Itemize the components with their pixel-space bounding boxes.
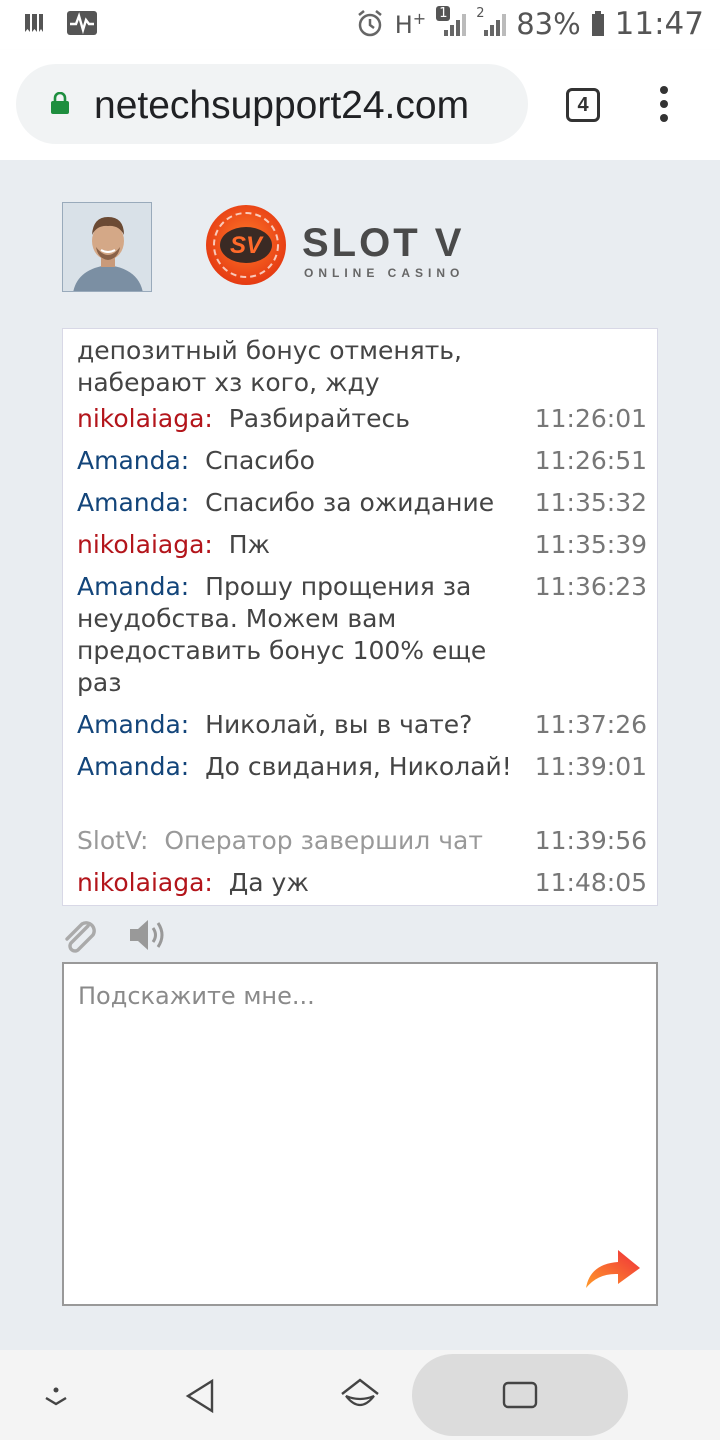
message-text: Пж bbox=[228, 530, 271, 559]
chat-message: nikolaiaga: Пж 11:35:39 bbox=[77, 529, 647, 561]
alarm-icon bbox=[357, 10, 382, 37]
operator-avatar bbox=[62, 202, 152, 292]
message-text: Спасибо bbox=[205, 446, 315, 475]
signal-sim1-icon: 1 bbox=[436, 6, 467, 36]
chat-message: SlotV: Оператор завершил чат 11:39:56 bbox=[77, 825, 647, 857]
message-time: 11:37:26 bbox=[534, 710, 647, 739]
message-text: Да уж bbox=[228, 868, 309, 897]
message-sender: SlotV: bbox=[77, 826, 149, 855]
activity-monitor-icon bbox=[67, 11, 97, 35]
battery-percent: 83% bbox=[516, 7, 581, 41]
message-time: 11:39:01 bbox=[534, 752, 647, 781]
speaker-icon[interactable] bbox=[128, 918, 168, 952]
recents-button[interactable] bbox=[412, 1354, 628, 1436]
message-input-box bbox=[62, 962, 658, 1306]
signal-sim2-icon: 2 bbox=[476, 6, 507, 36]
svg-text:SV: SV bbox=[230, 232, 264, 259]
message-sender: Amanda: bbox=[77, 710, 190, 739]
paperclip-icon[interactable] bbox=[62, 920, 98, 954]
message-sender: Amanda: bbox=[77, 446, 190, 475]
person-photo-icon bbox=[63, 203, 151, 291]
chat-message: nikolaiaga: Да уж 11:48:05 bbox=[77, 867, 647, 899]
clock: 11:47 bbox=[614, 6, 704, 42]
chat-message: Amanda: Спасибо 11:26:51 bbox=[77, 445, 647, 477]
status-bar: H+ 1 2 83% 11:47 bbox=[0, 0, 720, 50]
url-text[interactable]: netechsupport24.com bbox=[94, 84, 469, 128]
bookmark-notification-icon bbox=[25, 14, 43, 32]
message-time: 11:26:51 bbox=[534, 446, 647, 475]
recents-icon bbox=[502, 1381, 538, 1409]
lock-icon[interactable] bbox=[50, 92, 70, 114]
address-bar[interactable]: netechsupport24.com bbox=[16, 64, 528, 144]
chat-message: nikolaiaga: Разбирайтесь 11:26:01 bbox=[77, 403, 647, 435]
message-text: Спасибо за ожидание bbox=[205, 488, 495, 517]
message-sender: nikolaiaga: bbox=[77, 530, 213, 559]
overflow-menu-icon[interactable] bbox=[654, 86, 674, 126]
message-time: 11:35:32 bbox=[534, 488, 647, 517]
browser-toolbar: netechsupport24.com 4 bbox=[0, 50, 720, 160]
message-time: 11:39:56 bbox=[534, 826, 647, 855]
chat-page: SV SLOT V ONLINE CASINO депозитный бонус… bbox=[0, 160, 720, 1350]
partial-message-top: депозитный бонус отменять, наберают хз к… bbox=[77, 336, 462, 397]
message-time: 11:48:05 bbox=[534, 868, 647, 897]
network-type: H+ bbox=[394, 9, 427, 39]
message-sender: Amanda: bbox=[77, 752, 190, 781]
chat-message: Amanda: До свидания, Николай! 11:39:01 bbox=[77, 751, 647, 783]
message-text: Оператор завершил чат bbox=[164, 826, 483, 855]
back-icon[interactable] bbox=[182, 1350, 222, 1440]
message-text: Разбирайтесь bbox=[228, 404, 410, 433]
message-time: 11:35:39 bbox=[534, 530, 647, 559]
chat-message: Amanda: Спасибо за ожидание 11:35:32 bbox=[77, 487, 647, 519]
message-sender: nikolaiaga: bbox=[77, 404, 213, 433]
chat-message: Amanda: Прошу прощения за неудобства. Мо… bbox=[77, 571, 647, 699]
chat-message: Amanda: Николай, вы в чате? 11:37:26 bbox=[77, 709, 647, 741]
tab-switcher-button[interactable]: 4 bbox=[566, 88, 600, 122]
brand-name: SLOT V bbox=[302, 221, 464, 265]
message-time: 11:26:01 bbox=[534, 404, 647, 433]
brand-tagline: ONLINE CASINO bbox=[304, 266, 464, 280]
message-text: До свидания, Николай! bbox=[205, 752, 512, 781]
home-icon[interactable] bbox=[340, 1350, 380, 1440]
system-navigation-bar bbox=[0, 1350, 720, 1440]
message-sender: Amanda: bbox=[77, 488, 190, 517]
message-time: 11:36:23 bbox=[534, 572, 647, 601]
send-arrow-icon[interactable] bbox=[584, 1244, 642, 1290]
message-sender: nikolaiaga: bbox=[77, 868, 213, 897]
message-sender: Amanda: bbox=[77, 572, 190, 601]
battery-icon bbox=[591, 11, 604, 36]
hide-keyboard-icon[interactable] bbox=[41, 1350, 71, 1440]
chat-tools bbox=[62, 916, 262, 956]
slotv-logo: SV SLOT V ONLINE CASINO bbox=[204, 204, 524, 290]
message-input[interactable] bbox=[64, 964, 656, 1304]
message-text: Николай, вы в чате? bbox=[205, 710, 473, 739]
chat-transcript[interactable]: депозитный бонус отменять, наберают хз к… bbox=[62, 328, 658, 906]
